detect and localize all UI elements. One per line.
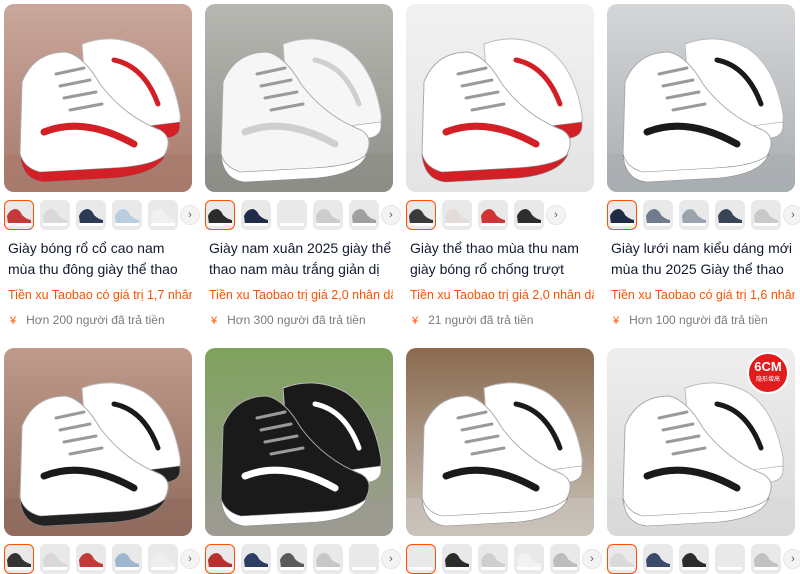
color-thumbnail[interactable]: [442, 200, 472, 230]
product-image[interactable]: [205, 4, 393, 192]
color-thumbnails: ›: [205, 544, 401, 574]
color-thumbnail[interactable]: [241, 544, 271, 574]
color-thumbnail[interactable]: [715, 544, 745, 574]
product-card[interactable]: ›: [406, 348, 602, 574]
color-thumbnails: ›: [4, 200, 200, 230]
color-thumbnail[interactable]: [241, 200, 271, 230]
color-thumbnail[interactable]: [643, 544, 673, 574]
sales-count-text: 21 người đã trả tiền: [428, 313, 534, 327]
color-thumbnail[interactable]: [514, 200, 544, 230]
product-card[interactable]: › Giày lưới nam kiểu dáng mới mùa thu 202…: [607, 4, 800, 328]
yen-icon: ¥: [10, 315, 17, 327]
color-thumbnail[interactable]: [643, 200, 673, 230]
color-thumbnail[interactable]: [679, 544, 709, 574]
product-title[interactable]: Giày thể thao mùa thu nam giày bóng rổ c…: [406, 238, 594, 280]
color-thumbnail[interactable]: [40, 544, 70, 574]
product-image[interactable]: [406, 4, 594, 192]
yen-icon: ¥: [613, 315, 620, 327]
sales-count-text: Hơn 200 người đã trả tiền: [26, 313, 165, 327]
yen-icon: ¥: [211, 315, 218, 327]
chevron-right-icon[interactable]: ›: [783, 205, 800, 225]
color-thumbnail[interactable]: [607, 544, 637, 574]
color-thumbnails: ›: [4, 544, 200, 574]
color-thumbnail[interactable]: [679, 200, 709, 230]
yen-icon: ¥: [412, 315, 419, 327]
sales-count: ¥ Hơn 100 người đã trả tiền: [607, 312, 795, 328]
color-thumbnail[interactable]: [4, 544, 34, 574]
badge-small-text: 隐形增高: [755, 377, 780, 383]
badge-big-text: 6CM: [754, 359, 782, 374]
color-thumbnails: ›: [406, 200, 594, 230]
coin-price-text: Tiền xu Taobao trị giá 2,0 nhân dâ: [410, 288, 594, 302]
color-thumbnail[interactable]: [313, 544, 343, 574]
color-thumbnail[interactable]: [76, 544, 106, 574]
height-badge: 6CM 隐形增高: [747, 352, 789, 394]
color-thumbnail[interactable]: [751, 200, 781, 230]
product-image[interactable]: [4, 4, 192, 192]
product-image[interactable]: [607, 4, 795, 192]
color-thumbnail[interactable]: [751, 544, 781, 574]
color-thumbnail[interactable]: [406, 200, 436, 230]
chevron-right-icon[interactable]: ›: [582, 549, 602, 569]
color-thumbnail[interactable]: [607, 200, 637, 230]
color-thumbnail[interactable]: [313, 200, 343, 230]
color-thumbnails: ›: [607, 544, 800, 574]
color-thumbnail[interactable]: [478, 544, 508, 574]
color-thumbnail[interactable]: [514, 544, 544, 574]
product-card[interactable]: › Giày bóng rổ cổ cao nam mùa thu đông gi…: [4, 4, 200, 328]
color-thumbnail[interactable]: [715, 200, 745, 230]
color-thumbnail[interactable]: [4, 200, 34, 230]
product-card[interactable]: › Giày thể thao mùa thu nam giày bóng rổ …: [406, 4, 594, 328]
color-thumbnail[interactable]: [277, 544, 307, 574]
color-thumbnails: ›: [205, 200, 401, 230]
chevron-right-icon[interactable]: ›: [381, 549, 401, 569]
color-thumbnail[interactable]: [148, 200, 178, 230]
product-card[interactable]: ›: [4, 348, 200, 574]
product-title[interactable]: Giày nam xuân 2025 giày thể thao nam màu…: [205, 238, 393, 280]
product-image[interactable]: [4, 348, 192, 536]
chevron-right-icon[interactable]: ›: [381, 205, 401, 225]
color-thumbnail[interactable]: [442, 544, 472, 574]
chevron-right-icon[interactable]: ›: [546, 205, 566, 225]
product-grid: › Giày bóng rổ cổ cao nam mùa thu đông gi…: [0, 0, 800, 574]
color-thumbnails: ›: [607, 200, 800, 230]
sales-count: ¥ Hơn 300 người đã trả tiền: [205, 312, 393, 328]
product-card[interactable]: 6CM 隐形增高 ›: [607, 348, 800, 574]
product-card[interactable]: ›: [205, 348, 401, 574]
coin-price-text: Tiền xu Taobao trị giá 2,0 nhân dâ: [209, 288, 393, 302]
coin-price-text: Tiền xu Taobao có giá trị 1,6 nhân: [611, 288, 795, 302]
sales-count: ¥ Hơn 200 người đã trả tiền: [4, 312, 192, 328]
product-image[interactable]: [406, 348, 594, 536]
sales-count-text: Hơn 100 người đã trả tiền: [629, 313, 768, 327]
color-thumbnail[interactable]: [112, 200, 142, 230]
chevron-right-icon[interactable]: ›: [180, 549, 200, 569]
color-thumbnail[interactable]: [40, 200, 70, 230]
sales-count-text: Hơn 300 người đã trả tiền: [227, 313, 366, 327]
chevron-right-icon[interactable]: ›: [783, 549, 800, 569]
color-thumbnail[interactable]: [112, 544, 142, 574]
color-thumbnails: ›: [406, 544, 602, 574]
color-thumbnail[interactable]: [550, 544, 580, 574]
color-thumbnail[interactable]: [478, 200, 508, 230]
sales-count: ¥21 người đã trả tiền: [406, 312, 594, 328]
product-title[interactable]: Giày bóng rổ cổ cao nam mùa thu đông già…: [4, 238, 192, 280]
product-card[interactable]: › Giày nam xuân 2025 giày thể thao nam mà…: [205, 4, 401, 328]
color-thumbnail[interactable]: [349, 200, 379, 230]
coin-price-text: Tiền xu Taobao có giá trị 1,7 nhân: [8, 288, 192, 302]
color-thumbnail[interactable]: [349, 544, 379, 574]
product-title[interactable]: Giày lưới nam kiểu dáng mới mùa thu 2025…: [607, 238, 795, 280]
color-thumbnail[interactable]: [205, 544, 235, 574]
color-thumbnail[interactable]: [76, 200, 106, 230]
chevron-right-icon[interactable]: ›: [180, 205, 200, 225]
product-image[interactable]: [205, 348, 393, 536]
color-thumbnail[interactable]: [406, 544, 436, 574]
color-thumbnail[interactable]: [148, 544, 178, 574]
color-thumbnail[interactable]: [205, 200, 235, 230]
product-image[interactable]: 6CM 隐形增高: [607, 348, 795, 536]
color-thumbnail[interactable]: [277, 200, 307, 230]
